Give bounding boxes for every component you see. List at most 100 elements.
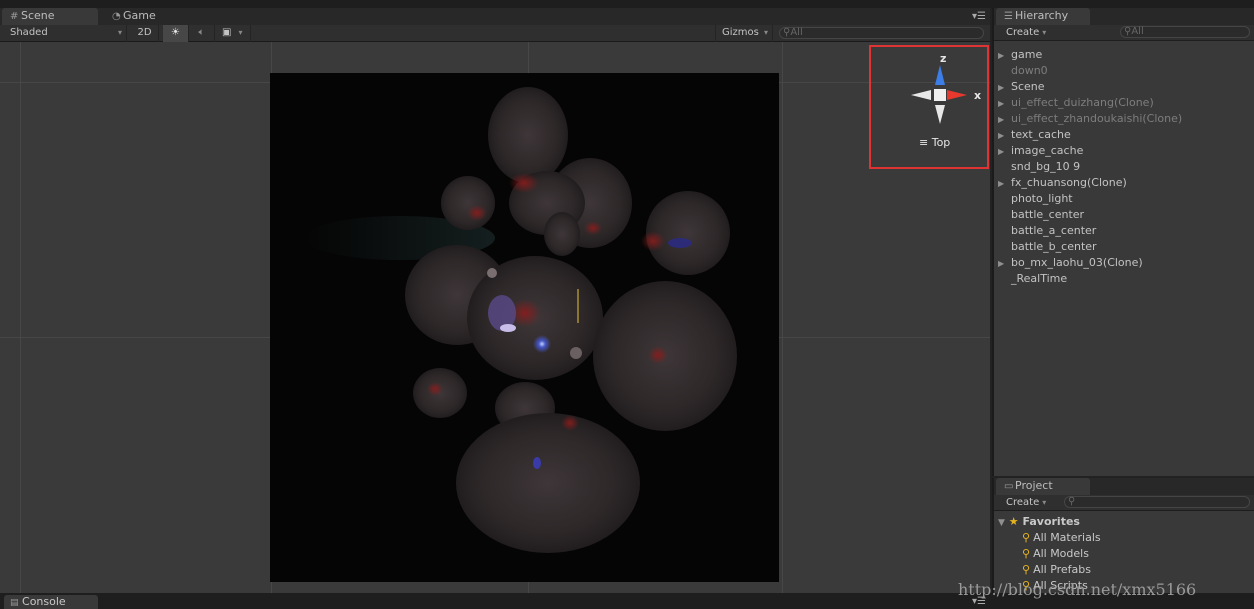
gizmo-view-text: Top: [931, 136, 951, 149]
hierarchy-item[interactable]: ▶ ui_effect_duizhang(Clone): [998, 95, 1154, 111]
folder-icon: ▭: [1004, 481, 1014, 492]
expand-arrow-icon[interactable]: ▶: [998, 96, 1011, 112]
menu-icon: ≡: [919, 136, 929, 149]
hierarchy-item-label: photo_light: [1011, 192, 1073, 205]
tab-project-label: Project: [1015, 479, 1053, 492]
grid-line: [782, 42, 783, 593]
hierarchy-item[interactable]: ▶ bo_mx_laohu_03(Clone): [998, 255, 1143, 271]
project-panel: ▭Project Create ⚲ ▼ ★ Favorites ⚲All Mat…: [992, 478, 1254, 593]
hierarchy-item-label: down0: [1011, 64, 1048, 77]
tab-hierarchy[interactable]: ☰ Hierarchy: [996, 8, 1090, 25]
hierarchy-item[interactable]: ▶ Scene: [998, 79, 1045, 95]
hierarchy-search-input[interactable]: ⚲All: [1120, 26, 1250, 38]
hierarchy-item[interactable]: ▶ fx_chuansong(Clone): [998, 175, 1127, 191]
image-icon: ▣: [222, 27, 232, 38]
hierarchy-create-button[interactable]: Create: [996, 25, 1048, 41]
speaker-icon: 🔈︎: [198, 27, 205, 38]
hierarchy-item[interactable]: ▶ game: [998, 47, 1042, 63]
hierarchy-item[interactable]: battle_b_center: [998, 239, 1097, 255]
scene-viewport[interactable]: [0, 42, 990, 593]
gizmo-axes-icon[interactable]: [871, 47, 987, 127]
hierarchy-item[interactable]: photo_light: [998, 191, 1073, 207]
hierarchy-item-label: battle_a_center: [1011, 224, 1097, 237]
tab-project[interactable]: ▭ Project: [996, 478, 1090, 495]
tab-hierarchy-label: Hierarchy: [1015, 9, 1069, 22]
tab-scene-label: Scene: [21, 9, 55, 22]
scene-search-input[interactable]: ⚲All: [779, 27, 984, 39]
project-create-button[interactable]: Create: [996, 495, 1048, 511]
game-render-view: [270, 73, 779, 582]
magnifier-icon: ⚲: [1022, 563, 1031, 576]
lighting-toggle[interactable]: ☀: [163, 25, 189, 42]
hierarchy-item[interactable]: _RealTime: [998, 271, 1067, 287]
project-search-input[interactable]: ⚲: [1064, 496, 1250, 508]
audio-toggle[interactable]: 🔈︎: [189, 25, 215, 42]
favorite-item[interactable]: ⚲ All Materials: [1022, 530, 1101, 546]
favorites-label: Favorites: [1022, 515, 1080, 528]
expand-arrow-icon[interactable]: ▶: [998, 112, 1011, 128]
hierarchy-item[interactable]: ▶ text_cache: [998, 127, 1071, 143]
hierarchy-item-label: fx_chuansong(Clone): [1011, 176, 1127, 189]
gizmo-view-label[interactable]: ≡ Top: [919, 136, 950, 149]
expand-arrow-icon[interactable]: ▶: [998, 48, 1011, 64]
shading-mode-label: Shaded: [10, 27, 48, 38]
gizmos-dropdown[interactable]: Gizmos: [715, 25, 773, 42]
map-illustration: [305, 87, 737, 553]
hierarchy-create-label: Create: [1006, 27, 1040, 38]
project-create-label: Create: [1006, 497, 1040, 508]
hierarchy-tabbar: ☰ Hierarchy: [994, 8, 1254, 25]
hierarchy-item-label: bo_mx_laohu_03(Clone): [1011, 256, 1143, 269]
hierarchy-item-label: snd_bg_10 9: [1011, 160, 1081, 173]
scene-search-placeholder: All: [790, 27, 803, 38]
panel-menu-icon[interactable]: ▾☰: [972, 11, 986, 22]
hierarchy-item-label: ui_effect_duizhang(Clone): [1011, 96, 1154, 109]
scene-toolbar: Shaded 2D ☀ 🔈︎ ▣▾ Gizmos ⚲All: [0, 25, 990, 42]
window-top-strip: [0, 0, 1254, 8]
pacman-icon: ◔: [112, 11, 121, 22]
star-icon: ★: [1008, 515, 1019, 528]
shading-mode-dropdown[interactable]: Shaded: [0, 25, 127, 42]
hierarchy-item[interactable]: ▶ image_cache: [998, 143, 1083, 159]
expand-arrow-icon[interactable]: ▶: [998, 176, 1011, 192]
list-icon: ☰: [1004, 11, 1013, 22]
scene-tabbar: # Scene ◔ Game ▾☰: [0, 8, 990, 25]
project-tabbar: ▭ Project: [994, 478, 1254, 495]
tab-console[interactable]: ▤ Console: [4, 595, 98, 609]
hierarchy-item[interactable]: ▶ ui_effect_zhandoukaishi(Clone): [998, 111, 1182, 127]
effects-dropdown[interactable]: ▣ ▾: [215, 25, 251, 42]
expand-arrow-icon[interactable]: ▶: [998, 256, 1011, 272]
watermark-text: http://blog.csdn.net/xmx5166: [958, 580, 1197, 599]
hierarchy-item-label: battle_center: [1011, 208, 1085, 221]
favorite-item[interactable]: ⚲ All Prefabs: [1022, 562, 1091, 578]
mode-2d-label: 2D: [137, 27, 152, 38]
favorite-item-label: All Models: [1033, 547, 1089, 560]
hierarchy-item-label: _RealTime: [1011, 272, 1068, 285]
favorite-item[interactable]: ⚲ All Models: [1022, 546, 1089, 562]
grid-icon: #: [10, 11, 19, 22]
expand-arrow-icon[interactable]: ▶: [998, 144, 1011, 160]
favorites-header[interactable]: ▼ ★ Favorites: [998, 514, 1080, 530]
hierarchy-item[interactable]: battle_a_center: [998, 223, 1096, 239]
tab-game-label: Game: [123, 9, 156, 22]
hierarchy-item[interactable]: battle_center: [998, 207, 1084, 223]
hierarchy-item-label: ui_effect_zhandoukaishi(Clone): [1011, 112, 1183, 125]
hierarchy-search-placeholder: All: [1131, 26, 1144, 37]
favorite-item-label: All Prefabs: [1033, 563, 1092, 576]
hierarchy-item[interactable]: down0: [998, 63, 1048, 79]
hierarchy-item-label: image_cache: [1011, 144, 1084, 157]
scene-gizmo[interactable]: z x ≡ Top: [869, 45, 989, 169]
hierarchy-item-label: battle_b_center: [1011, 240, 1097, 253]
scene-panel: #Scene ◔Game ▾☰ Shaded 2D ☀ 🔈︎ ▣▾ Gizmos…: [0, 8, 990, 593]
expand-arrow-icon: ▼: [998, 518, 1005, 528]
expand-arrow-icon[interactable]: ▶: [998, 128, 1011, 144]
tab-game[interactable]: ◔ Game: [104, 8, 194, 25]
tab-scene[interactable]: # Scene: [2, 8, 98, 25]
expand-arrow-icon[interactable]: ▶: [998, 80, 1011, 96]
hierarchy-item[interactable]: snd_bg_10 9: [998, 159, 1080, 175]
mode-2d-button[interactable]: 2D: [131, 25, 159, 42]
project-toolbar: Create ⚲: [994, 495, 1254, 511]
grid-line: [20, 42, 21, 593]
hierarchy-toolbar: Create ⚲All: [994, 25, 1254, 41]
hierarchy-panel: ☰Hierarchy Create ⚲All ▶gamedown0▶Scene▶…: [992, 8, 1254, 476]
hierarchy-item-label: game: [1011, 48, 1043, 61]
